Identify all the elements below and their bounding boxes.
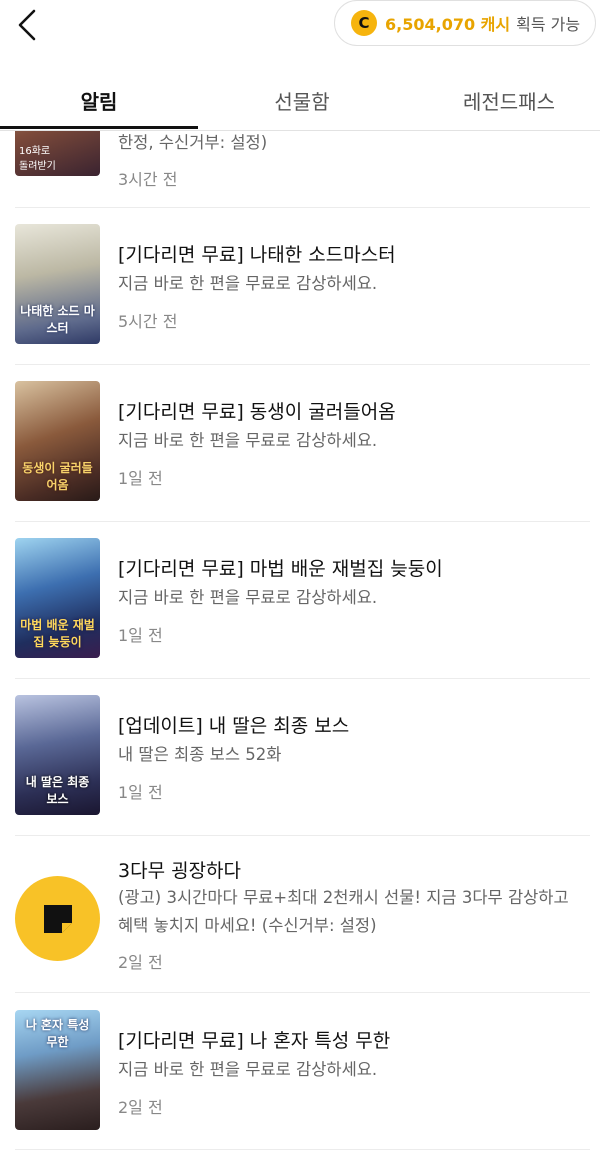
top-bar: C 6,504,070 캐시 획득 가능: [0, 0, 600, 52]
cash-reward-pill[interactable]: C 6,504,070 캐시 획득 가능: [334, 0, 596, 46]
notification-list[interactable]: 16화로 돌려받기 한정, 수신거부: 설정) 3시간 전 나태한 소드 마스터…: [0, 131, 600, 1166]
list-item[interactable]: 나 혼자 특성 무한 [기다리면 무료] 나 혼자 특성 무한 지금 바로 한 …: [0, 993, 600, 1149]
tab-gift-box[interactable]: 선물함: [200, 72, 404, 128]
cover-thumbnail: 동생이 굴러들어옴: [15, 381, 100, 501]
notification-title: [기다리면 무료] 나태한 소드마스터: [118, 244, 396, 266]
notification-body: 지금 바로 한 편을 무료로 감상하세요.: [118, 431, 378, 450]
notification-time: 1일 전: [118, 469, 163, 488]
notification-time: 5시간 전: [118, 312, 178, 331]
notification-time: 3시간 전: [118, 170, 178, 189]
coin-icon: C: [351, 10, 377, 36]
cover-thumbnail: 16화로 돌려받기: [15, 131, 100, 176]
notification-title: [기다리면 무료] 나 혼자 특성 무한: [118, 1030, 391, 1052]
cover-thumbnail: 나태한 소드 마스터: [15, 224, 100, 344]
notification-title: [업데이트] 내 딸은 최종 보스: [118, 715, 350, 737]
active-tab-underline: [0, 126, 198, 129]
notification-body: 지금 바로 한 편을 무료로 감상하세요.: [118, 274, 378, 293]
list-item[interactable]: 3다무 굉장하다 (광고) 3시간마다 무료+최대 2천캐시 선물! 지금 3다…: [0, 836, 600, 992]
notification-body: (광고) 3시간마다 무료+최대 2천캐시 선물! 지금 3다무 감상하고 혜택…: [118, 888, 569, 935]
ad-app-logo-icon: [15, 876, 100, 961]
notification-body: 한정, 수신거부: 설정): [118, 133, 268, 152]
notification-title: [기다리면 무료] 마법 배운 재벌집 늦둥이: [118, 558, 443, 580]
list-item[interactable]: 동생이 굴러들어옴 [기다리면 무료] 동생이 굴러들어옴 지금 바로 한 편을…: [0, 365, 600, 521]
notification-time: 2일 전: [118, 953, 163, 972]
notification-body: 지금 바로 한 편을 무료로 감상하세요.: [118, 1060, 378, 1079]
list-item[interactable]: 내 딸은 최종 보스 [업데이트] 내 딸은 최종 보스 내 딸은 최종 보스 …: [0, 679, 600, 835]
tab-notifications[interactable]: 알림: [0, 72, 198, 128]
tab-bar: 알림 선물함 레전드패스: [0, 72, 600, 131]
notification-title: 3다무 굉장하다: [118, 860, 242, 882]
list-item[interactable]: 16화로 돌려받기 한정, 수신거부: 설정) 3시간 전: [0, 131, 600, 207]
cover-thumbnail: 내 딸은 최종 보스: [15, 695, 100, 815]
notification-body: 내 딸은 최종 보스 52화: [118, 745, 282, 764]
cash-suffix: 획득 가능: [516, 15, 581, 34]
list-item[interactable]: 마법 배운 재벌집 늦둥이 [기다리면 무료] 마법 배운 재벌집 늦둥이 지금…: [0, 522, 600, 678]
divider: [15, 1149, 590, 1150]
tab-legend-pass[interactable]: 레전드패스: [404, 72, 600, 128]
notification-time: 1일 전: [118, 783, 163, 802]
back-arrow-icon[interactable]: [14, 8, 44, 42]
cover-thumbnail: 나 혼자 특성 무한: [15, 1010, 100, 1130]
notification-time: 2일 전: [118, 1098, 163, 1117]
notification-body: 지금 바로 한 편을 무료로 감상하세요.: [118, 588, 378, 607]
cover-thumbnail: 마법 배운 재벌집 늦둥이: [15, 538, 100, 658]
list-item[interactable]: 나태한 소드 마스터 [기다리면 무료] 나태한 소드마스터 지금 바로 한 편…: [0, 208, 600, 364]
notification-time: 1일 전: [118, 626, 163, 645]
notification-title: [기다리면 무료] 동생이 굴러들어옴: [118, 401, 396, 423]
cash-amount: 6,504,070 캐시: [385, 15, 511, 34]
